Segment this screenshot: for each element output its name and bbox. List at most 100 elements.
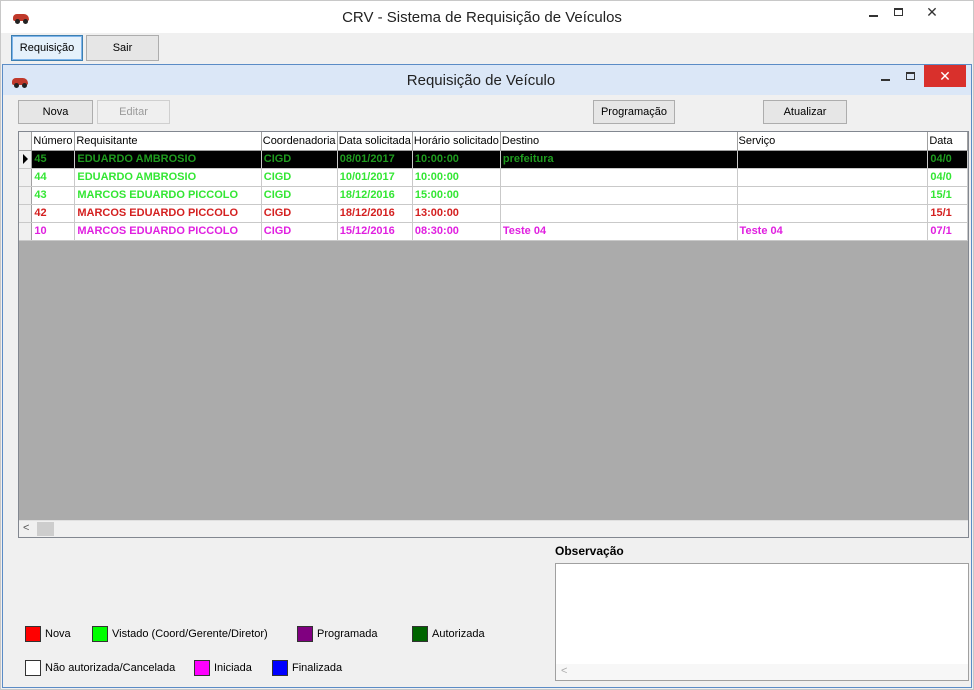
scroll-thumb[interactable]: [37, 522, 54, 536]
row-header-corner: [19, 132, 33, 151]
row-selector[interactable]: [19, 222, 33, 241]
table-cell[interactable]: 08:30:00: [412, 222, 501, 241]
inner-close-button[interactable]: ✕: [924, 65, 966, 87]
scroll-left-icon[interactable]: <: [561, 665, 567, 677]
observacao-textarea[interactable]: <: [555, 563, 969, 681]
column-header[interactable]: Data: [927, 132, 968, 151]
maximize-icon: [905, 72, 915, 80]
main-toolbar: Requisição Sair: [1, 33, 973, 65]
legend-item-iniciada: Iniciada: [194, 660, 252, 676]
table-cell[interactable]: MARCOS EDUARDO PICCOLO: [74, 222, 262, 241]
legend-label: Não autorizada/Cancelada: [45, 662, 176, 674]
row-selector[interactable]: [19, 150, 33, 169]
table-cell[interactable]: [737, 168, 929, 187]
current-row-arrow-icon: [23, 154, 28, 164]
table-cell[interactable]: Teste 04: [500, 222, 738, 241]
sair-button[interactable]: Sair: [86, 35, 159, 61]
legend-swatch: [25, 626, 41, 642]
table-cell[interactable]: 18/12/2016: [337, 204, 413, 223]
column-header[interactable]: Data solicitada: [337, 132, 413, 151]
row-selector[interactable]: [19, 204, 33, 223]
maximize-button[interactable]: [885, 1, 911, 23]
legend-item-finalizada: Finalizada: [272, 660, 342, 676]
table-row[interactable]: 45 EDUARDO AMBROSIO CIGD 08/01/2017 10:00:00…: [19, 150, 968, 169]
programacao-button[interactable]: Programação: [593, 100, 675, 124]
table-cell[interactable]: [737, 150, 929, 169]
requisicao-grid[interactable]: Número Requisitante Coordenadoria Data s…: [18, 131, 969, 538]
nova-button[interactable]: Nova: [18, 100, 93, 124]
table-cell[interactable]: 43: [31, 186, 76, 205]
table-row[interactable]: 44 EDUARDO AMBROSIO CIGD 10/01/2017 10:00:00…: [19, 168, 968, 187]
observacao-label: Observação: [555, 544, 624, 558]
table-cell[interactable]: EDUARDO AMBROSIO: [74, 150, 262, 169]
observacao-scrollbar[interactable]: <: [556, 664, 968, 680]
table-cell[interactable]: [737, 186, 929, 205]
requisicao-titlebar[interactable]: Requisição de Veículo ✕: [3, 65, 971, 95]
close-button[interactable]: ✕: [910, 1, 954, 23]
table-cell[interactable]: CIGD: [261, 168, 338, 187]
table-cell[interactable]: 07/1: [927, 222, 968, 241]
table-cell[interactable]: [737, 204, 929, 223]
table-cell[interactable]: MARCOS EDUARDO PICCOLO: [74, 204, 262, 223]
table-row[interactable]: 43 MARCOS EDUARDO PICCOLO CIGD 18/12/2016 15…: [19, 186, 968, 205]
legend-swatch: [25, 660, 41, 676]
table-cell[interactable]: 10/01/2017: [337, 168, 413, 187]
inner-minimize-button[interactable]: [872, 65, 898, 87]
table-cell[interactable]: CIGD: [261, 150, 338, 169]
column-header[interactable]: Coordenadoria: [261, 132, 338, 151]
table-cell[interactable]: CIGD: [261, 186, 338, 205]
column-header[interactable]: Requisitante: [74, 132, 262, 151]
table-cell[interactable]: 42: [31, 204, 76, 223]
table-cell[interactable]: 10: [31, 222, 76, 241]
row-selector[interactable]: [19, 168, 33, 187]
table-cell[interactable]: 04/0: [927, 168, 968, 187]
table-cell[interactable]: 15/1: [927, 186, 968, 205]
column-header[interactable]: Horário solicitado: [412, 132, 501, 151]
column-header[interactable]: Serviço: [737, 132, 929, 151]
table-cell[interactable]: 15/1: [927, 204, 968, 223]
table-cell[interactable]: [500, 168, 738, 187]
table-cell[interactable]: Teste 04: [737, 222, 929, 241]
table-cell[interactable]: MARCOS EDUARDO PICCOLO: [74, 186, 262, 205]
main-titlebar[interactable]: CRV - Sistema de Requisição de Veículos …: [1, 1, 973, 33]
table-cell[interactable]: CIGD: [261, 204, 338, 223]
table-cell[interactable]: 13:00:00: [412, 204, 501, 223]
legend-item-nova: Nova: [25, 626, 71, 642]
legend-label: Vistado (Coord/Gerente/Diretor): [112, 628, 268, 640]
legend-item-vistado: Vistado (Coord/Gerente/Diretor): [92, 626, 268, 642]
table-row[interactable]: 42 MARCOS EDUARDO PICCOLO CIGD 18/12/2016 13…: [19, 204, 968, 223]
table-cell[interactable]: EDUARDO AMBROSIO: [74, 168, 262, 187]
table-cell[interactable]: 45: [31, 150, 76, 169]
table-row[interactable]: 10 MARCOS EDUARDO PICCOLO CIGD 15/12/2016 08…: [19, 222, 968, 241]
requisicao-button[interactable]: Requisição: [11, 35, 83, 61]
table-cell[interactable]: 10:00:00: [412, 168, 501, 187]
legend-label: Autorizada: [432, 628, 485, 640]
table-cell[interactable]: 10:00:00: [412, 150, 501, 169]
atualizar-button[interactable]: Atualizar: [763, 100, 847, 124]
table-cell[interactable]: 15/12/2016: [337, 222, 413, 241]
requisicao-toolbar: Nova Editar Programação Atualizar: [3, 95, 971, 131]
table-cell[interactable]: CIGD: [261, 222, 338, 241]
close-icon: ✕: [939, 67, 951, 84]
legend-item-nao-autorizada: Não autorizada/Cancelada: [25, 660, 175, 676]
editar-button[interactable]: Editar: [97, 100, 170, 124]
row-selector[interactable]: [19, 186, 33, 205]
legend-swatch: [272, 660, 288, 676]
table-cell[interactable]: 08/01/2017: [337, 150, 413, 169]
column-header[interactable]: Número: [31, 132, 76, 151]
column-header[interactable]: Destino: [500, 132, 738, 151]
grid-horizontal-scrollbar[interactable]: <: [19, 520, 968, 537]
table-cell[interactable]: [500, 186, 738, 205]
table-cell[interactable]: prefeitura: [500, 150, 738, 169]
legend-item-programada: Programada: [297, 626, 378, 642]
inner-maximize-button[interactable]: [897, 65, 923, 87]
table-cell[interactable]: 44: [31, 168, 76, 187]
legend-swatch: [297, 626, 313, 642]
table-cell[interactable]: 18/12/2016: [337, 186, 413, 205]
table-cell[interactable]: 15:00:00: [412, 186, 501, 205]
minimize-button[interactable]: [858, 1, 888, 23]
table-cell[interactable]: 04/0: [927, 150, 968, 169]
scroll-left-icon[interactable]: <: [23, 522, 29, 534]
requisicao-table: Número Requisitante Coordenadoria Data s…: [19, 132, 968, 241]
table-cell[interactable]: [500, 204, 738, 223]
